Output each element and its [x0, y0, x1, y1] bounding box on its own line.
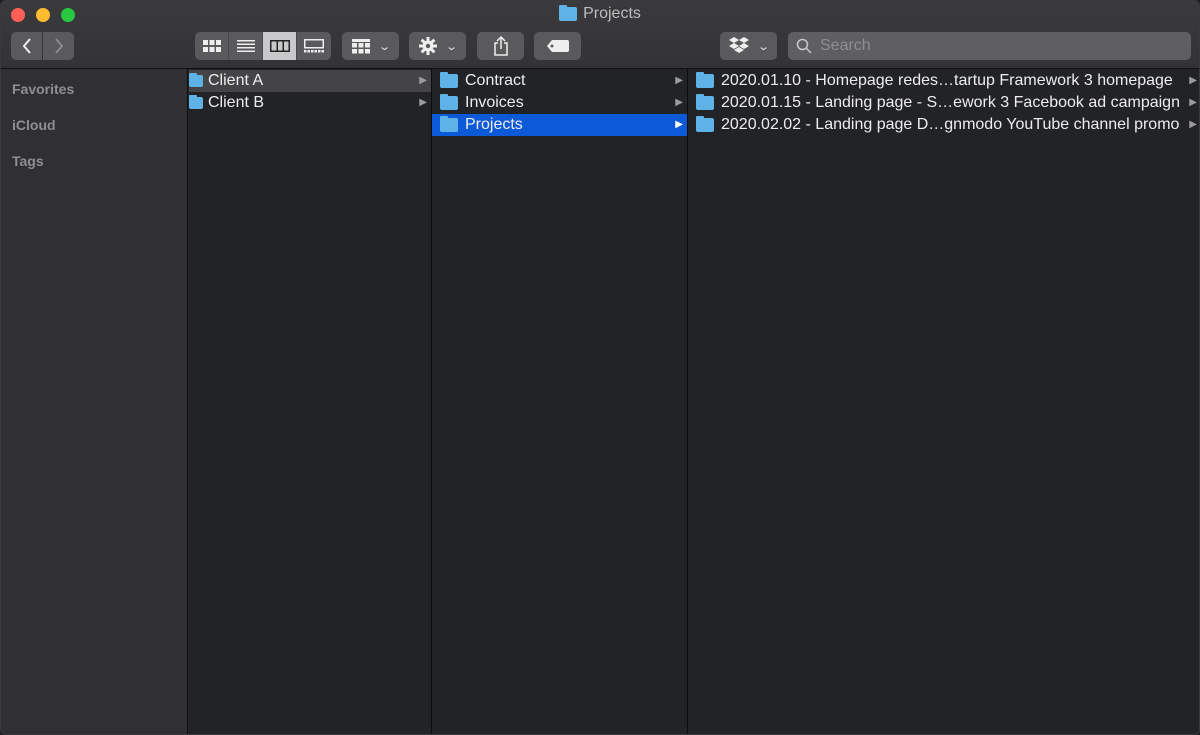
folder-icon [440, 116, 458, 132]
folder-row-contract[interactable]: Contract ▶ [432, 70, 687, 92]
sidebar-section-tags[interactable]: Tags [12, 153, 44, 169]
icon-view-button[interactable] [195, 32, 229, 60]
disclosure-arrow-icon: ▶ [419, 97, 427, 108]
browser-column-3: 2020.01.10 - Homepage redes…tartup Frame… [688, 69, 1199, 734]
folder-row-invoices[interactable]: Invoices ▶ [432, 92, 687, 114]
folder-row-project-3[interactable]: 2020.02.02 - Landing page D…gnmodo YouTu… [688, 114, 1199, 136]
gallery-view-icon [304, 39, 324, 53]
folder-icon [559, 5, 578, 21]
folder-icon [696, 72, 714, 88]
grid-group-icon [351, 38, 370, 53]
share-icon [493, 36, 508, 56]
window-title-text: Projects [583, 5, 641, 22]
folder-icon [696, 116, 714, 132]
tag-icon [546, 40, 569, 52]
icon-view-icon [202, 40, 221, 52]
titlebar: Projects ⌄ ⌄ ⌄ Search [1, 1, 1199, 69]
finder-window: Projects ⌄ ⌄ ⌄ Search Favorites iCloud T… [0, 0, 1200, 735]
disclosure-arrow-icon: ▶ [1189, 97, 1197, 108]
sidebar-section-icloud[interactable]: iCloud [12, 117, 56, 133]
disclosure-arrow-icon: ▶ [675, 75, 683, 86]
gallery-view-button[interactable] [297, 32, 331, 60]
folder-icon [440, 72, 458, 88]
disclosure-arrow-icon: ▶ [675, 119, 683, 130]
sidebar-section-favorites[interactable]: Favorites [12, 81, 74, 97]
browser-column-2: Contract ▶ Invoices ▶ Projects ▶ [432, 69, 688, 734]
disclosure-arrow-icon: ▶ [1189, 75, 1197, 86]
disclosure-arrow-icon: ▶ [675, 97, 683, 108]
forward-button[interactable] [43, 32, 74, 60]
list-view-button[interactable] [229, 32, 263, 60]
tag-button[interactable] [534, 32, 581, 60]
folder-icon [189, 95, 203, 109]
gear-icon [418, 37, 437, 55]
chevron-right-icon [54, 38, 63, 54]
search-input[interactable] [820, 37, 1180, 55]
list-view-icon [236, 40, 255, 52]
folder-row-projects[interactable]: Projects ▶ [432, 114, 687, 136]
folder-row-client-b[interactable]: Client B ▶ [189, 92, 431, 114]
disclosure-arrow-icon: ▶ [1189, 119, 1197, 130]
column-view-button[interactable] [263, 32, 297, 60]
group-by-button[interactable]: ⌄ [342, 32, 399, 60]
column-view-icon [269, 40, 290, 52]
share-button[interactable] [477, 32, 524, 60]
window-title: Projects [1, 5, 1199, 23]
folder-row-project-1[interactable]: 2020.01.10 - Homepage redes…tartup Frame… [688, 70, 1199, 92]
folder-row-project-2[interactable]: 2020.01.15 - Landing page - S…ework 3 Fa… [688, 92, 1199, 114]
folder-icon [440, 94, 458, 110]
chevron-down-icon: ⌄ [445, 40, 458, 53]
back-button[interactable] [11, 32, 42, 60]
chevron-down-icon: ⌄ [378, 40, 391, 53]
dropbox-icon [728, 37, 749, 53]
folder-icon [189, 73, 203, 87]
chevron-down-icon: ⌄ [757, 40, 770, 53]
action-menu-button[interactable]: ⌄ [409, 32, 466, 60]
disclosure-arrow-icon: ▶ [419, 75, 427, 86]
dropbox-button[interactable]: ⌄ [720, 32, 777, 60]
sidebar: Favorites iCloud Tags [1, 69, 188, 734]
view-mode-control [195, 32, 331, 60]
search-icon [796, 38, 812, 54]
search-field[interactable] [788, 32, 1191, 60]
folder-icon [696, 94, 714, 110]
chevron-left-icon [22, 38, 31, 54]
folder-row-client-a[interactable]: Client A ▶ [189, 70, 431, 92]
browser-column-1: Client A ▶ Client B ▶ [189, 69, 432, 734]
